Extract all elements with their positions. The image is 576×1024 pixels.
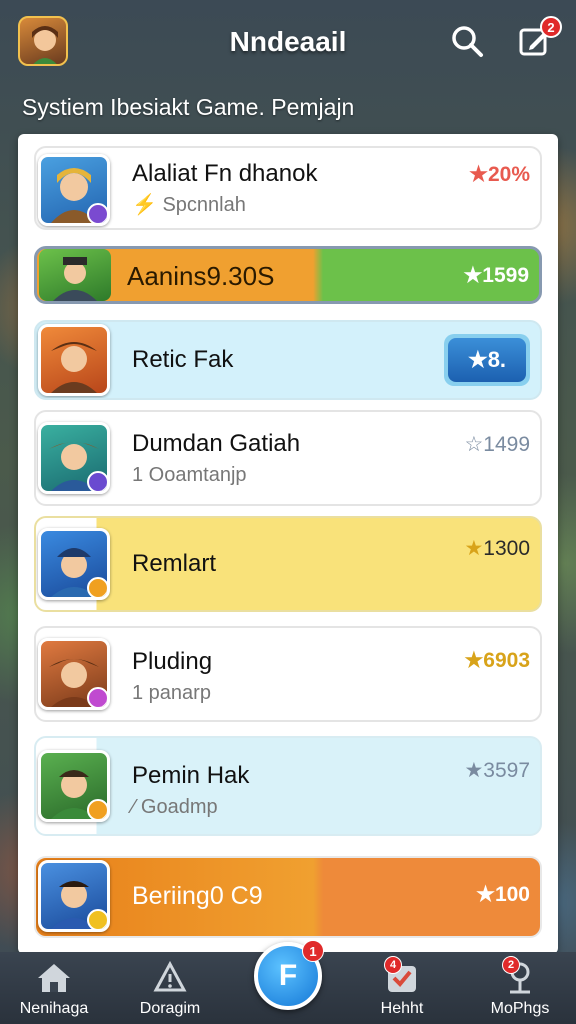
nav-home[interactable]: Nenihaga (4, 958, 104, 1018)
player-subtitle: ⁄ Goadmp (132, 796, 218, 819)
player-subtitle-text: Spcnnlah (162, 194, 246, 216)
star-icon: ★ (463, 264, 483, 287)
nav-hehht[interactable]: 4 Hehht (352, 956, 452, 1018)
rank-badge (87, 471, 107, 491)
player-name: Pemin Hak (132, 762, 250, 789)
score-value: 1300 (483, 537, 530, 560)
list-item[interactable]: Retic Fak ★ 8. (34, 320, 542, 400)
player-subtitle-text: Goadmp (140, 796, 218, 818)
player-avatar (39, 249, 111, 301)
player-avatar (38, 422, 110, 494)
score-value: 100 (494, 883, 530, 906)
player-name: Beriing0 C9 (132, 882, 263, 910)
list-item-highlight[interactable]: Aanins9.30S ★1599 (34, 246, 542, 304)
player-name: Alaliat Fn dhanok (132, 160, 318, 187)
score-value: 8. (487, 347, 507, 372)
score-button[interactable]: ★ 8. (444, 334, 530, 386)
star-icon: ★ (464, 649, 484, 672)
center-action-button[interactable]: F 1 (254, 940, 324, 1010)
score-value: 6903 (483, 649, 530, 672)
list-item[interactable]: Alaliat Fn dhanok ⚡ Spcnnlah ★20% (34, 146, 542, 230)
score-value: 1499 (483, 433, 530, 456)
player-score: ★6903 (464, 648, 530, 673)
check-shield-icon: 4 (382, 956, 422, 998)
player-score: ★100 (476, 882, 530, 907)
rank-badge (87, 909, 107, 929)
bolt-icon: ⁄ (132, 796, 136, 818)
player-score: ☆1499 (464, 432, 530, 457)
player-subtitle: 1 panarp (132, 682, 211, 705)
player-avatar (38, 324, 110, 396)
list-item[interactable]: Pemin Hak ⁄ Goadmp ★3597 (34, 736, 542, 836)
nav-doragim-label: Doragim (139, 1000, 201, 1017)
player-name: Aanins9.30S (127, 261, 275, 291)
map-pin-icon: 2 (500, 956, 540, 998)
app-title: Nndeaail (229, 26, 347, 57)
fab-label: F (278, 959, 298, 992)
page-subtitle: Systiem Ibesiakt Game. Pemjajn (22, 94, 355, 120)
notification-badge: 2 (540, 16, 562, 38)
player-subtitle-text: 1 panarp (132, 682, 211, 704)
player-avatar (38, 860, 110, 932)
score-value: 3597 (483, 759, 530, 782)
nav-hehht-badge: 4 (384, 956, 402, 974)
nav-mophgs-badge: 2 (502, 956, 520, 974)
player-score: ★3597 (464, 758, 530, 783)
nav-mophgs-label: MoPhgs (490, 1000, 550, 1017)
star-icon: ☆ (464, 433, 484, 456)
star-icon: ★ (467, 347, 488, 372)
score-value: 1599 (482, 264, 529, 287)
rank-badge (87, 577, 107, 597)
player-avatar (38, 528, 110, 600)
player-score: ★1300 (464, 536, 530, 561)
list-item[interactable]: Dumdan Gatiah 1 Ooamtanjp ☆1499 (34, 410, 542, 506)
list-item-highlight[interactable]: Beriing0 C9 ★100 (34, 856, 542, 938)
nav-home-label: Nenihaga (19, 1000, 89, 1017)
warning-icon (150, 958, 190, 998)
home-icon (34, 958, 74, 998)
player-score: ★20% (469, 162, 530, 187)
score-value: 20% (487, 163, 530, 186)
player-subtitle: 1 Ooamtanjp (132, 464, 247, 486)
star-icon: ★ (476, 883, 495, 906)
rank-badge (87, 799, 107, 819)
bolt-icon: ⚡ (132, 194, 157, 216)
star-icon: ★ (464, 759, 484, 782)
edit-notifications-button[interactable]: 2 (516, 16, 562, 60)
list-item[interactable]: Pluding 1 panarp ★6903 (34, 626, 542, 722)
list-item[interactable]: Remlart ★1300 (34, 516, 542, 612)
player-name: Dumdan Gatiah (132, 430, 301, 457)
rank-badge (87, 203, 107, 223)
search-icon (452, 26, 483, 57)
fab-badge: 1 (302, 940, 324, 962)
nav-doragim[interactable]: Doragim (120, 958, 220, 1018)
rank-badge (87, 687, 107, 707)
player-subtitle: ⚡ Spcnnlah (132, 192, 246, 217)
leaderboard-panel: Alaliat Fn dhanok ⚡ Spcnnlah ★20% Aanins… (18, 134, 558, 954)
player-name: Remlart (132, 550, 217, 577)
player-avatar (38, 750, 110, 822)
player-name: Pluding (132, 648, 213, 675)
nav-hehht-label: Hehht (380, 1000, 424, 1017)
player-avatar (38, 154, 110, 226)
player-score: ★1599 (463, 263, 529, 288)
star-icon: ★ (469, 163, 488, 186)
star-icon: ★ (464, 537, 484, 560)
app-header: Nndeaail 2 (0, 0, 576, 88)
search-button[interactable] (448, 22, 486, 60)
player-avatar (38, 638, 110, 710)
nav-mophgs[interactable]: 2 MoPhgs (470, 956, 570, 1018)
player-name: Retic Fak (132, 346, 234, 373)
